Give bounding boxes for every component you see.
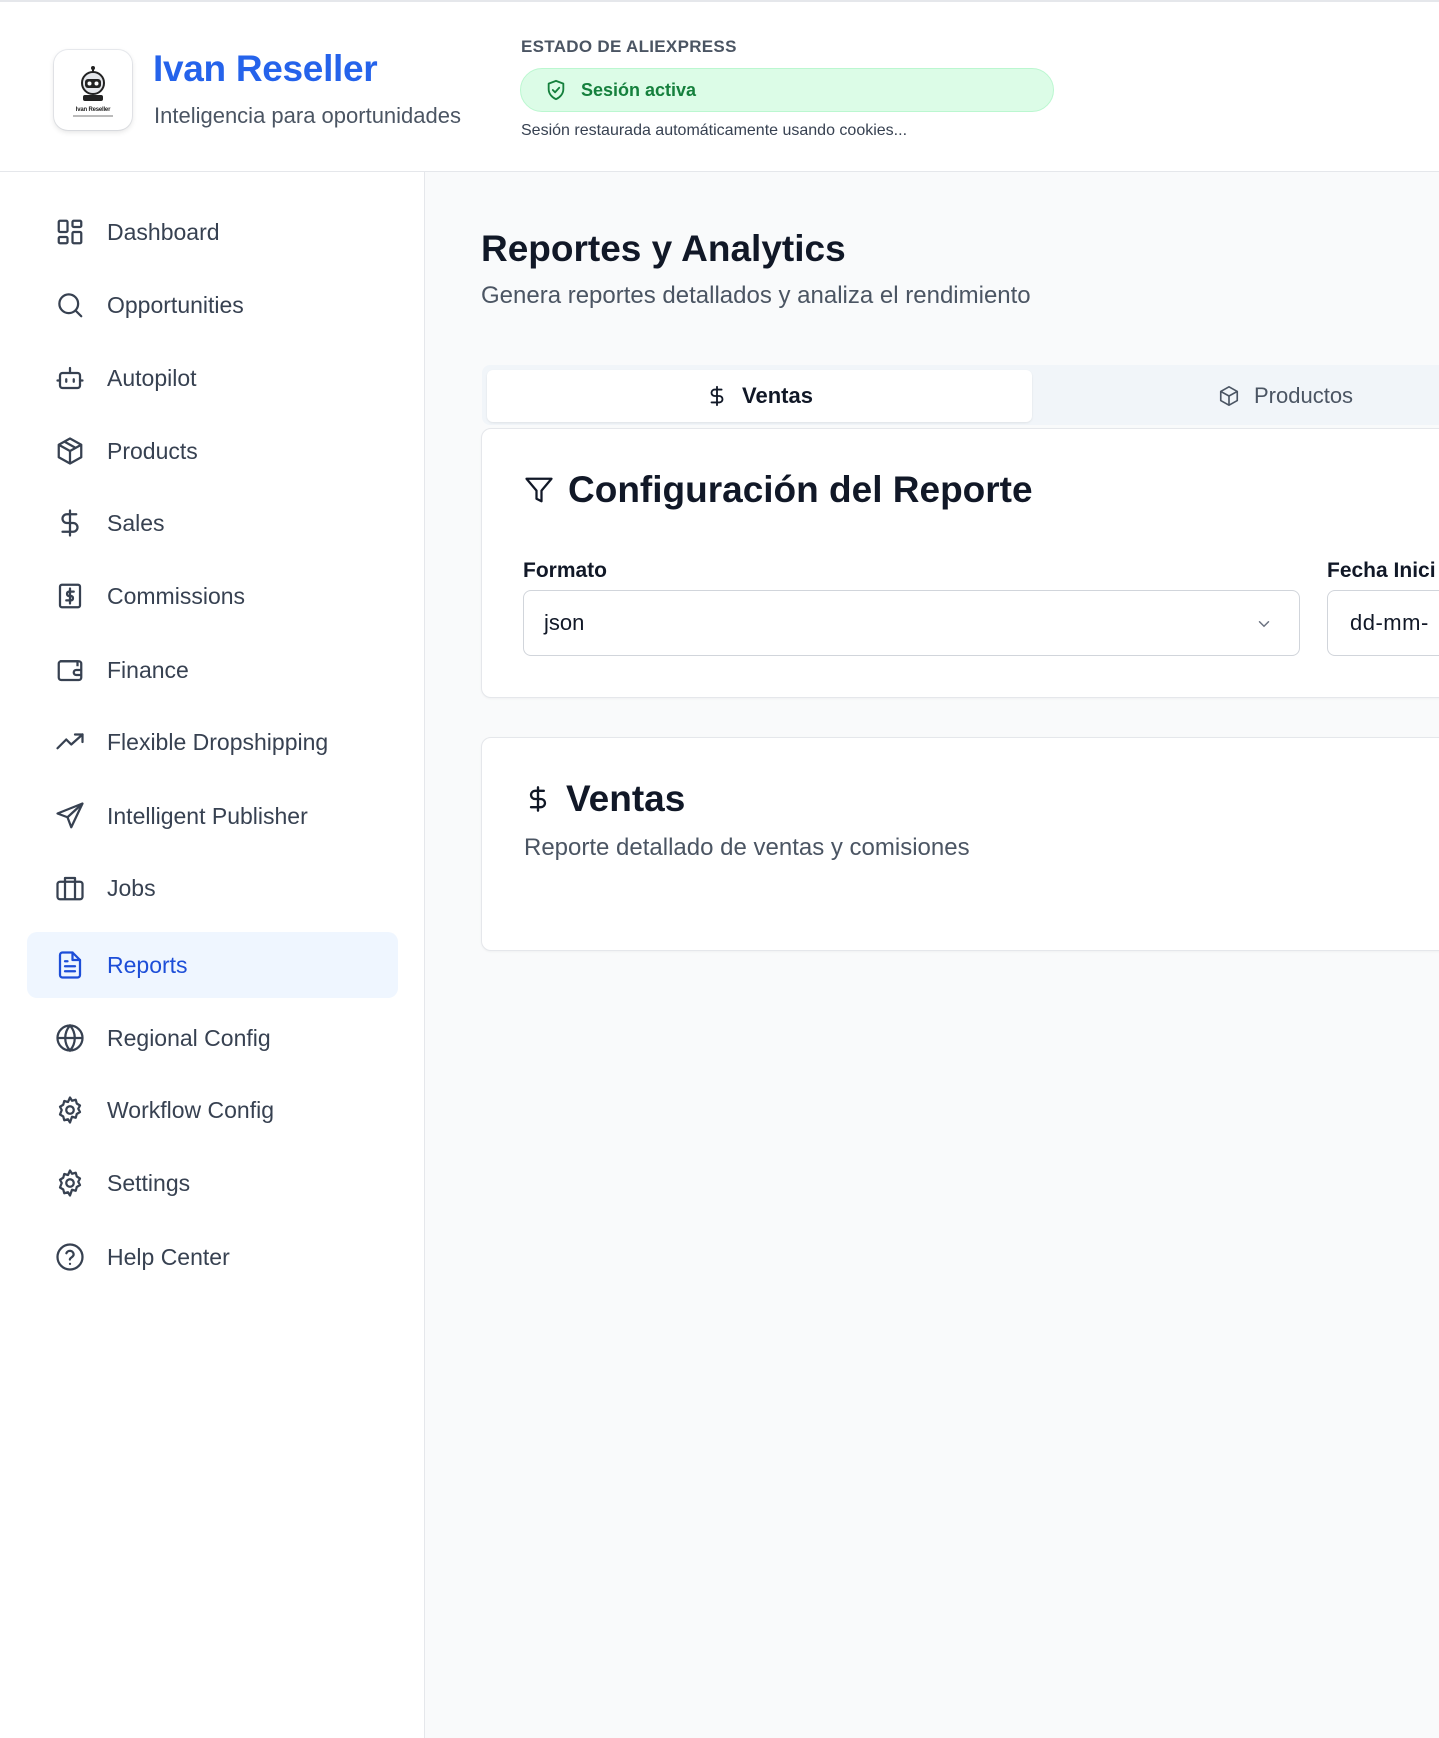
session-note: Sesión restaurada automáticamente usando… [521,122,908,139]
report-tabs: Ventas Productos [482,365,1439,425]
sidebar-item-workflow-config[interactable]: Workflow Config [27,1077,398,1143]
session-status-badge: Sesión activa [520,68,1054,112]
sidebar-item-label: Reports [107,951,188,978]
sidebar-item-intelligent-publisher[interactable]: Intelligent Publisher [27,783,398,849]
sidebar-item-autopilot[interactable]: Autopilot [27,345,398,411]
sidebar-item-label: Jobs [107,874,156,901]
app-window: Ivan Reseller Ivan Reseller Inteligencia… [0,0,1439,1738]
dollar-icon [710,385,724,407]
format-select-value: json [544,610,585,635]
start-date-input[interactable]: dd-mm- [1327,590,1439,656]
sales-title-text: Ventas [566,778,686,819]
sidebar-item-label: Flexible Dropshipping [107,728,329,755]
wallet-icon [57,660,83,682]
sidebar-item-dashboard[interactable]: Dashboard [27,199,398,265]
tab-label: Productos [1254,383,1354,408]
sidebar-item-label: Autopilot [107,364,197,391]
report-config-card: Configuración del Reporte Formato json F… [481,428,1439,698]
dollar-icon [61,509,79,537]
sidebar-item-products[interactable]: Products [27,418,398,484]
sidebar-item-label: Finance [107,656,189,683]
sidebar-item-label: Opportunities [107,291,244,318]
sidebar-item-label: Help Center [107,1243,230,1270]
sidebar-item-opportunities[interactable]: Opportunities [27,272,398,338]
logo[interactable]: Ivan Reseller [54,50,132,130]
logo-underline [73,114,113,117]
briefcase-icon [56,876,84,901]
sidebar-item-help-center[interactable]: Help Center [27,1224,398,1290]
format-select[interactable]: json [523,590,1300,656]
dashboard-grid-icon [57,219,83,245]
shield-check-icon [547,79,565,101]
sidebar-item-label: Intelligent Publisher [107,802,308,829]
tab-ventas[interactable]: Ventas [487,370,1032,422]
sidebar-item-label: Products [107,437,198,464]
sidebar-item-finance[interactable]: Finance [27,637,398,703]
config-title: Configuración del Reporte [524,469,1033,511]
page-subtitle: Genera reportes detallados y analiza el … [481,282,1031,309]
sales-subtitle: Reporte detallado de ventas y comisiones [524,834,970,861]
start-date-placeholder: dd-mm- [1350,610,1429,635]
brand-name[interactable]: Ivan Reseller [153,48,378,90]
sidebar-item-sales[interactable]: Sales [27,490,398,556]
receipt-dollar-icon [58,583,82,609]
sidebar-item-label: Commissions [107,582,246,609]
logo-text: Ivan Reseller [75,106,111,113]
sidebar-item-jobs[interactable]: Jobs [27,855,398,921]
sidebar-item-label: Workflow Config [107,1096,275,1123]
sidebar-item-regional-config[interactable]: Regional Config [27,1005,398,1071]
sales-report-card: Ventas Reporte detallado de ventas y com… [481,737,1439,951]
sidebar-item-flexible-dropshipping[interactable]: Flexible Dropshipping [27,709,398,775]
package-icon [1219,386,1239,406]
gear-icon [58,1096,82,1124]
main-content: Reportes y Analytics Genera reportes det… [425,172,1439,1738]
search-icon [58,293,83,318]
filter-icon [525,477,553,503]
send-icon [56,802,84,829]
sidebar-item-label: Dashboard [107,218,220,245]
top-header: Ivan Reseller Ivan Reseller Inteligencia… [0,0,1439,172]
brand-tagline: Inteligencia para oportunidades [154,103,462,128]
sidebar-item-reports[interactable]: Reports [27,932,398,998]
tab-label: Ventas [742,383,813,408]
bot-icon [56,366,84,390]
sidebar-item-label: Settings [107,1169,191,1196]
sidebar-item-label: Sales [107,509,165,536]
aliexpress-status-label: ESTADO DE ALIEXPRESS [521,37,737,56]
sidebar-item-settings[interactable]: Settings [27,1150,398,1216]
sidebar-item-label: Regional Config [107,1024,271,1051]
sidebar: Dashboard Opportunities Autopilot Produc… [0,172,425,1738]
config-title-text: Configuración del Reporte [568,469,1033,510]
robot-logo-icon [81,65,105,101]
package-icon [57,437,83,465]
chevron-down-icon [1258,621,1270,628]
trending-up-icon [56,733,84,750]
globe-icon [56,1023,84,1053]
sales-title: Ventas [524,778,685,820]
gear-icon [58,1169,82,1197]
format-label: Formato [523,559,607,582]
file-text-icon [58,951,82,979]
session-status-text: Sesión activa [581,79,697,100]
dollar-icon [529,786,547,812]
tab-productos[interactable]: Productos [1042,370,1439,422]
help-circle-icon [56,1243,84,1271]
page-title: Reportes y Analytics [481,228,846,269]
start-date-label: Fecha Inici [1327,559,1436,582]
sidebar-item-commissions[interactable]: Commissions [27,563,398,629]
